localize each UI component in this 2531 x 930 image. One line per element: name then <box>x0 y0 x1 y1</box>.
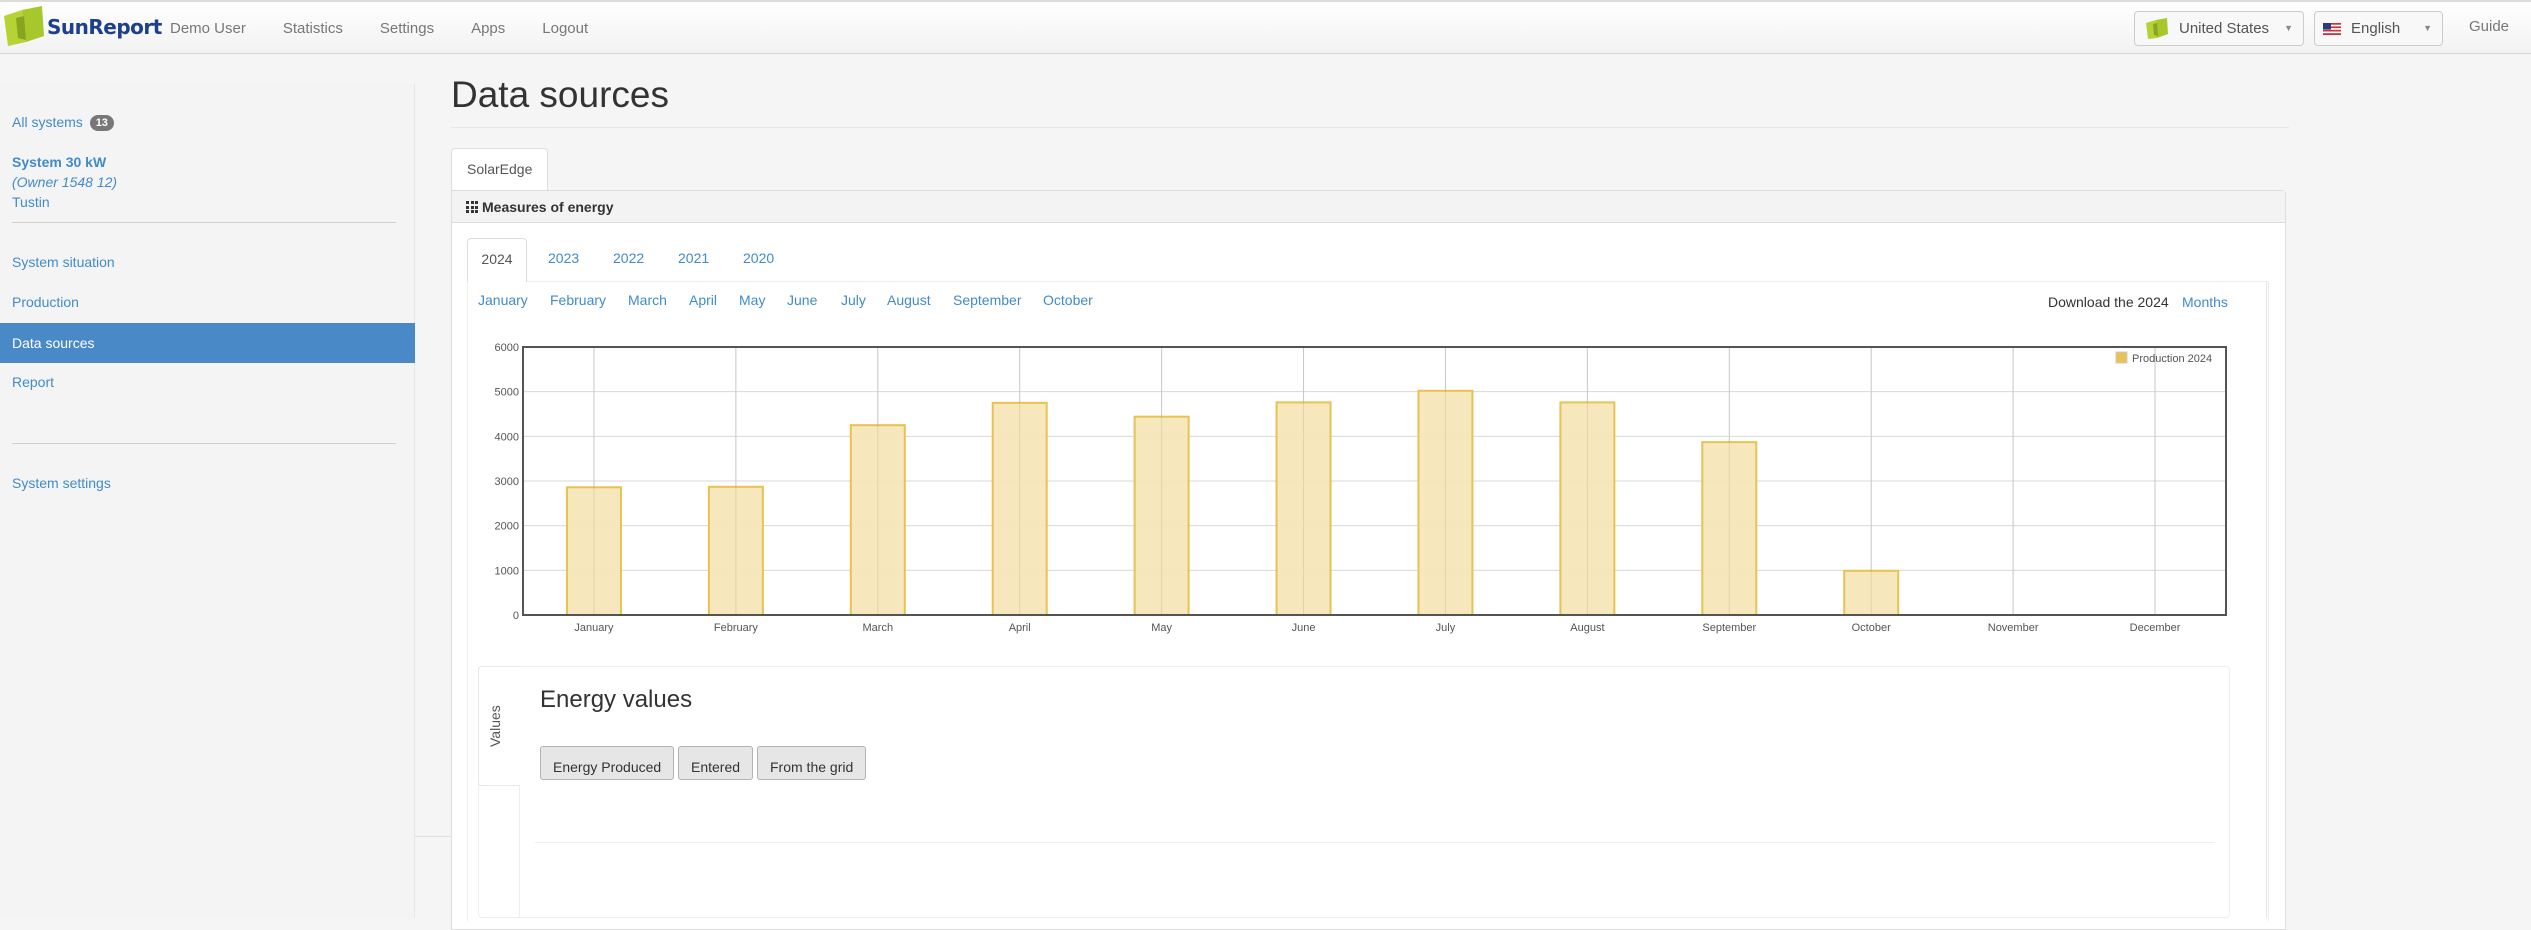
us-flag-icon <box>2323 22 2341 35</box>
month-link-january[interactable]: January <box>478 292 528 308</box>
x-tick-label: January <box>574 622 614 634</box>
x-tick-label: October <box>1852 622 1891 634</box>
month-link-august[interactable]: August <box>887 292 931 308</box>
month-link-march[interactable]: March <box>628 292 667 308</box>
title-divider <box>451 127 2289 128</box>
divider <box>2266 281 2267 918</box>
nav-settings[interactable]: Settings <box>380 20 434 37</box>
caret-down-icon: ▼ <box>2423 23 2432 33</box>
x-tick-label: November <box>1988 622 2039 634</box>
x-tick-label: May <box>1151 622 1172 634</box>
sidebar-item-system-settings[interactable]: System settings <box>12 475 111 491</box>
tab-year-2021[interactable]: 2021 <box>678 238 709 282</box>
navbar: SunReport Demo User Statistics Settings … <box>0 0 2531 54</box>
y-tick-label: 5000 <box>495 387 519 399</box>
system-owner: (Owner 1548 12) <box>12 174 118 190</box>
month-link-february[interactable]: February <box>550 292 606 308</box>
month-link-october[interactable]: October <box>1043 292 1093 308</box>
from-the-grid-button[interactable]: From the grid <box>757 746 867 780</box>
nav-demo-user[interactable]: Demo User <box>170 20 246 37</box>
y-tick-label: 6000 <box>495 342 519 354</box>
x-tick-label: July <box>1436 622 1456 634</box>
tab-year-2023[interactable]: 2023 <box>548 238 579 282</box>
divider <box>535 842 2215 843</box>
production-bar-chart: 0 1000 2000 3000 4000 5000 6000 January February… <box>495 342 2227 634</box>
tab-year-2022[interactable]: 2022 <box>613 238 644 282</box>
y-tick-label: 4000 <box>495 431 519 443</box>
sidebar-divider <box>12 443 396 444</box>
legend-label: Production 2024 <box>2132 353 2212 365</box>
systems-count-badge: 13 <box>89 115 114 131</box>
sunreport-logo-icon <box>4 6 44 46</box>
x-tick-label: August <box>1570 622 1604 634</box>
grid-icon <box>466 201 478 213</box>
tab-solaredge[interactable]: SolarEdge <box>451 148 548 190</box>
nav-guide[interactable]: Guide <box>2469 18 2509 35</box>
entered-button[interactable]: Entered <box>678 746 754 780</box>
y-tick-label: 2000 <box>495 521 519 533</box>
energy-produced-button[interactable]: Energy Produced <box>540 746 675 780</box>
month-link-may[interactable]: May <box>739 292 765 308</box>
sidebar-item-report[interactable]: Report <box>12 374 54 390</box>
all-systems-label: All systems <box>12 114 83 130</box>
country-select[interactable]: United States ▼ <box>2134 11 2304 46</box>
sidebar: All systems 13 System 30 kW (Owner 1548 … <box>0 84 415 918</box>
country-select-value: United States <box>2179 20 2270 37</box>
all-systems-link[interactable]: All systems 13 <box>12 114 114 131</box>
country-logo-icon <box>2146 17 2168 39</box>
tab-year-2024[interactable]: 2024 <box>467 238 527 282</box>
month-link-july[interactable]: July <box>841 292 866 308</box>
energy-values-title: Energy values <box>540 686 693 713</box>
sidebar-item-system-situation[interactable]: System situation <box>12 254 115 270</box>
caret-down-icon: ▼ <box>2284 23 2293 33</box>
y-tick-label: 0 <box>513 610 519 622</box>
brand[interactable]: SunReport <box>2 5 162 49</box>
y-tick-label: 1000 <box>495 565 519 577</box>
x-tick-label: March <box>863 622 894 634</box>
sidebar-divider <box>12 222 396 223</box>
x-tick-label: April <box>1009 622 1031 634</box>
language-select-value: English <box>2351 20 2401 37</box>
tab-year-2020[interactable]: 2020 <box>743 238 774 282</box>
month-link-april[interactable]: April <box>689 292 717 308</box>
chart-legend: Production 2024 <box>2115 351 2212 365</box>
divider <box>415 836 451 837</box>
sidebar-item-data-sources[interactable]: Data sources <box>0 323 415 363</box>
month-link-september[interactable]: September <box>953 292 1021 308</box>
tab-values-label: Values <box>487 705 503 747</box>
nav-logout[interactable]: Logout <box>542 20 588 37</box>
x-tick-label: February <box>714 622 759 634</box>
values-panel <box>478 666 2230 918</box>
legend-swatch <box>2115 351 2128 364</box>
x-tick-label: December <box>2130 622 2181 634</box>
nav-apps[interactable]: Apps <box>471 20 505 37</box>
nav-links: Demo User Statistics Settings Apps Logou… <box>170 2 625 54</box>
system-name[interactable]: System 30 kW <box>12 154 106 170</box>
x-tick-label: September <box>1702 622 1756 634</box>
sidebar-item-label: Data sources <box>12 335 95 351</box>
month-link-june[interactable]: June <box>787 292 817 308</box>
x-tick-label: June <box>1292 622 1316 634</box>
nav-statistics[interactable]: Statistics <box>283 20 343 37</box>
divider <box>519 786 520 918</box>
tab-values[interactable]: Values <box>478 666 520 786</box>
panel-heading: Measures of energy <box>452 191 2285 223</box>
system-city: Tustin <box>12 194 50 210</box>
download-months-link[interactable]: Months <box>2182 294 2228 310</box>
panel-title: Measures of energy <box>482 199 614 215</box>
y-tick-label: 3000 <box>495 476 519 488</box>
language-select[interactable]: English ▼ <box>2314 11 2443 46</box>
brand-name: SunReport <box>47 15 162 39</box>
download-label: Download the 2024 <box>2048 294 2169 310</box>
sidebar-item-production[interactable]: Production <box>12 294 79 310</box>
page-title: Data sources <box>451 74 669 115</box>
